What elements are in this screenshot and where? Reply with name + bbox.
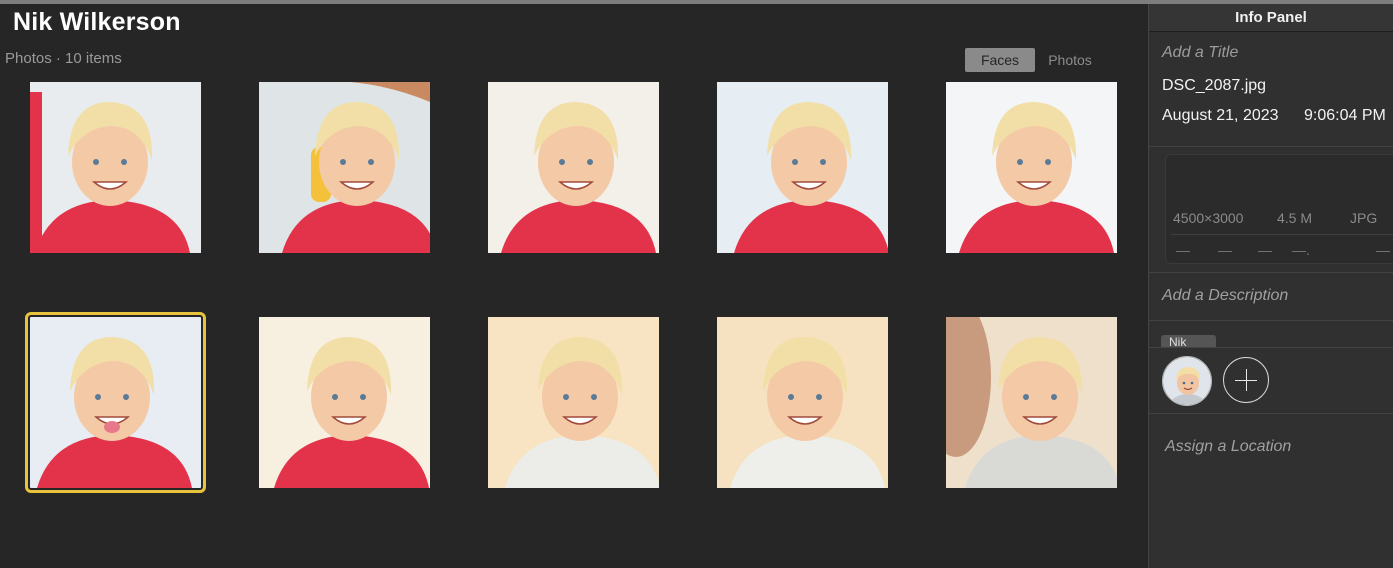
album-subtitle: Photos · 10 items — [5, 50, 122, 67]
photo-thumbnail[interactable] — [259, 82, 430, 253]
metadata-divider — [1171, 234, 1393, 235]
photo-thumbnail[interactable] — [946, 317, 1117, 488]
file-format: JPG — [1350, 210, 1378, 226]
photo-thumbnail[interactable] — [488, 82, 659, 253]
face-name-tag[interactable]: Nik — [1161, 335, 1216, 347]
photo-image — [259, 82, 430, 253]
view-toggle: Faces Photos — [965, 48, 1105, 72]
capture-date: August 21, 2023 — [1162, 107, 1279, 124]
exif-placeholder: — — [1258, 242, 1272, 258]
capture-time: 9:06:04 PM — [1304, 107, 1386, 124]
exif-placeholder: —. — [1292, 242, 1310, 258]
photo-image — [488, 317, 659, 488]
filename: DSC_2087.jpg — [1162, 77, 1267, 94]
album-title: Nik Wilkerson — [13, 8, 181, 36]
photo-thumbnail[interactable] — [717, 317, 888, 488]
info-panel: Info Panel Add a Title DSC_2087.jpg Augu… — [1148, 4, 1393, 568]
exif-placeholder: — — [1176, 242, 1190, 258]
divider — [1149, 347, 1393, 348]
image-dimensions: 4500×3000 — [1173, 210, 1244, 226]
file-size: 4.5 M — [1277, 210, 1313, 226]
face-avatar[interactable] — [1162, 356, 1212, 406]
exif-placeholder: — — [1218, 242, 1232, 258]
info-panel-header: Info Panel — [1149, 4, 1393, 32]
photo-image — [946, 82, 1117, 253]
photo-thumbnail[interactable] — [259, 317, 430, 488]
faces-tab[interactable]: Faces — [965, 48, 1035, 72]
exif-placeholder: — — [1376, 242, 1390, 258]
photo-image — [717, 82, 888, 253]
divider — [1149, 413, 1393, 414]
photo-image — [717, 317, 888, 488]
photo-thumbnail[interactable] — [488, 317, 659, 488]
photo-browser: Nik Wilkerson Photos · 10 items Faces Ph… — [0, 4, 1147, 568]
title-field[interactable]: Add a Title — [1162, 44, 1238, 62]
photo-image — [946, 317, 1117, 488]
photo-image — [30, 82, 201, 253]
divider — [1149, 320, 1393, 321]
photo-thumbnail[interactable] — [30, 82, 201, 253]
photo-image — [259, 317, 430, 488]
photo-thumbnail[interactable] — [946, 82, 1117, 253]
divider — [1149, 272, 1393, 273]
location-field[interactable]: Assign a Location — [1165, 438, 1291, 456]
face-thumbnail-icon — [1163, 357, 1211, 405]
photo-thumbnail[interactable] — [717, 82, 888, 253]
photo-image — [488, 82, 659, 253]
description-field[interactable]: Add a Description — [1162, 287, 1288, 305]
divider — [1149, 146, 1393, 147]
photo-thumbnail[interactable] — [25, 312, 206, 493]
metadata-box — [1165, 154, 1393, 264]
add-face-button[interactable] — [1223, 357, 1269, 403]
photos-tab[interactable]: Photos — [1035, 48, 1105, 72]
photo-image — [30, 317, 201, 488]
